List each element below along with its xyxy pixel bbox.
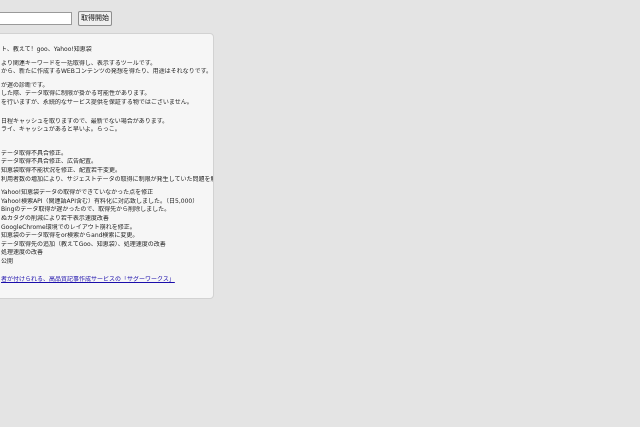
changelog-item: ぬカタグの削減により若干表示速度改善 <box>1 214 109 222</box>
note-line: した際、データ取得に制限が掛かる可能性があります。 <box>1 90 151 98</box>
changelog-item: 公開 <box>1 257 14 265</box>
changelog-item: 処理速度の改善 <box>1 249 44 257</box>
description-line: より関連キーワードを一括取得し、表示するツールです。 <box>1 59 157 67</box>
changelog-item: Yahoo!検索API（関連語API含む）有料化に対応致しました。（日5,000… <box>1 197 199 205</box>
cache-note-line: 日程キャッシュを取りますので、最新でない場合があります。 <box>1 117 169 125</box>
fetch-start-button[interactable]: 取得開始 <box>78 11 112 26</box>
changelog-item: 知恵袋取得不能状況を修正、配置若干変更。 <box>1 166 122 174</box>
changelog-item: 知恵袋のデータ取得をor検索からand検索に変更。 <box>1 232 139 240</box>
sagooworks-link[interactable]: 者が付けられる、高品質記事作成サービスの「サグーワークス」 <box>1 276 175 283</box>
note-line: が遅の診断です。 <box>1 81 49 89</box>
changelog-item: データ取得不具合修正。 <box>1 149 68 157</box>
changelog-item: GoogleChrome環境でのレイアウト崩れを修正。 <box>1 223 136 231</box>
info-panel: ト、教えて！goo、Yahoo!知恵袋 より関連キーワードを一括取得し、表示する… <box>0 33 214 299</box>
changelog-item: Bingのデータ取得が遅かったので、取得先から削除しました。 <box>1 206 171 214</box>
changelog-item: 利用者数の増加により、サジェストデータの取得に制限が発生していた問題を解 <box>1 175 213 183</box>
cache-note-line: ライ、キャッシュがあると早いよ。らっこ。 <box>1 126 121 134</box>
changelog-item: データ取得先の追加（教えてGoo、知恵袋）、処理速度の改善 <box>1 240 166 248</box>
changelog-item: データ取得不具合修正、広告配置。 <box>1 158 98 166</box>
changelog-item: Yahoo!知恵袋データの取得ができていなかった点を修正 <box>1 189 154 197</box>
intro-line: ト、教えて！goo、Yahoo!知恵袋 <box>1 46 92 53</box>
description-line: から、新たに作成するWEBコンテンツの発想を得たり、用途はそれなりです。 <box>1 68 213 76</box>
search-input[interactable] <box>0 12 72 25</box>
note-line: を行いますが、永続的なサービス提供を保証する物ではございません。 <box>1 98 193 106</box>
